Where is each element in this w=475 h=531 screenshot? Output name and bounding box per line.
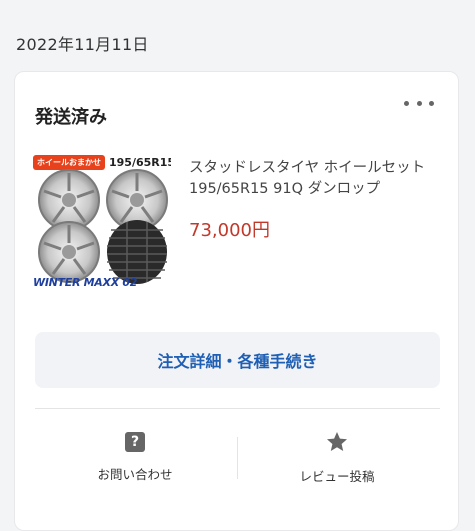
review-label: レビュー投稿 xyxy=(299,469,375,484)
review-button[interactable]: レビュー投稿 xyxy=(237,422,437,492)
product-price: 73,000円 xyxy=(189,220,270,241)
order-details-button[interactable]: 注文詳細・各種手続き xyxy=(35,332,440,388)
tire-icon xyxy=(107,220,167,284)
product-thumbnail[interactable]: ホイールおまかせ 195/65R15 WINTER MAXX 02 xyxy=(33,152,171,294)
inquiry-button[interactable]: ? お問い合わせ xyxy=(35,422,235,492)
product-title[interactable]: スタッドレスタイヤ ホイールセット 195/65R15 91Q ダンロップ xyxy=(189,158,443,200)
more-dot-icon xyxy=(416,100,422,106)
wheel-icon xyxy=(38,221,100,283)
more-dot-icon xyxy=(429,100,434,106)
star-icon xyxy=(327,432,347,451)
more-dot-icon xyxy=(404,100,409,106)
divider xyxy=(35,408,440,409)
wheels-tire-image xyxy=(38,169,168,284)
shipping-status: 発送済み xyxy=(35,107,107,128)
order-card: 発送済み ホイールおまかせ 195/65R15 WINTER MAXX 02 ス… xyxy=(14,71,459,531)
question-icon: ? xyxy=(125,432,145,452)
order-date: 2022年11月11日 xyxy=(16,35,149,54)
inquiry-label: お問い合わせ xyxy=(97,467,173,482)
thumbnail-footer: WINTER MAXX 02 xyxy=(33,276,138,289)
more-options-button[interactable] xyxy=(404,92,434,114)
